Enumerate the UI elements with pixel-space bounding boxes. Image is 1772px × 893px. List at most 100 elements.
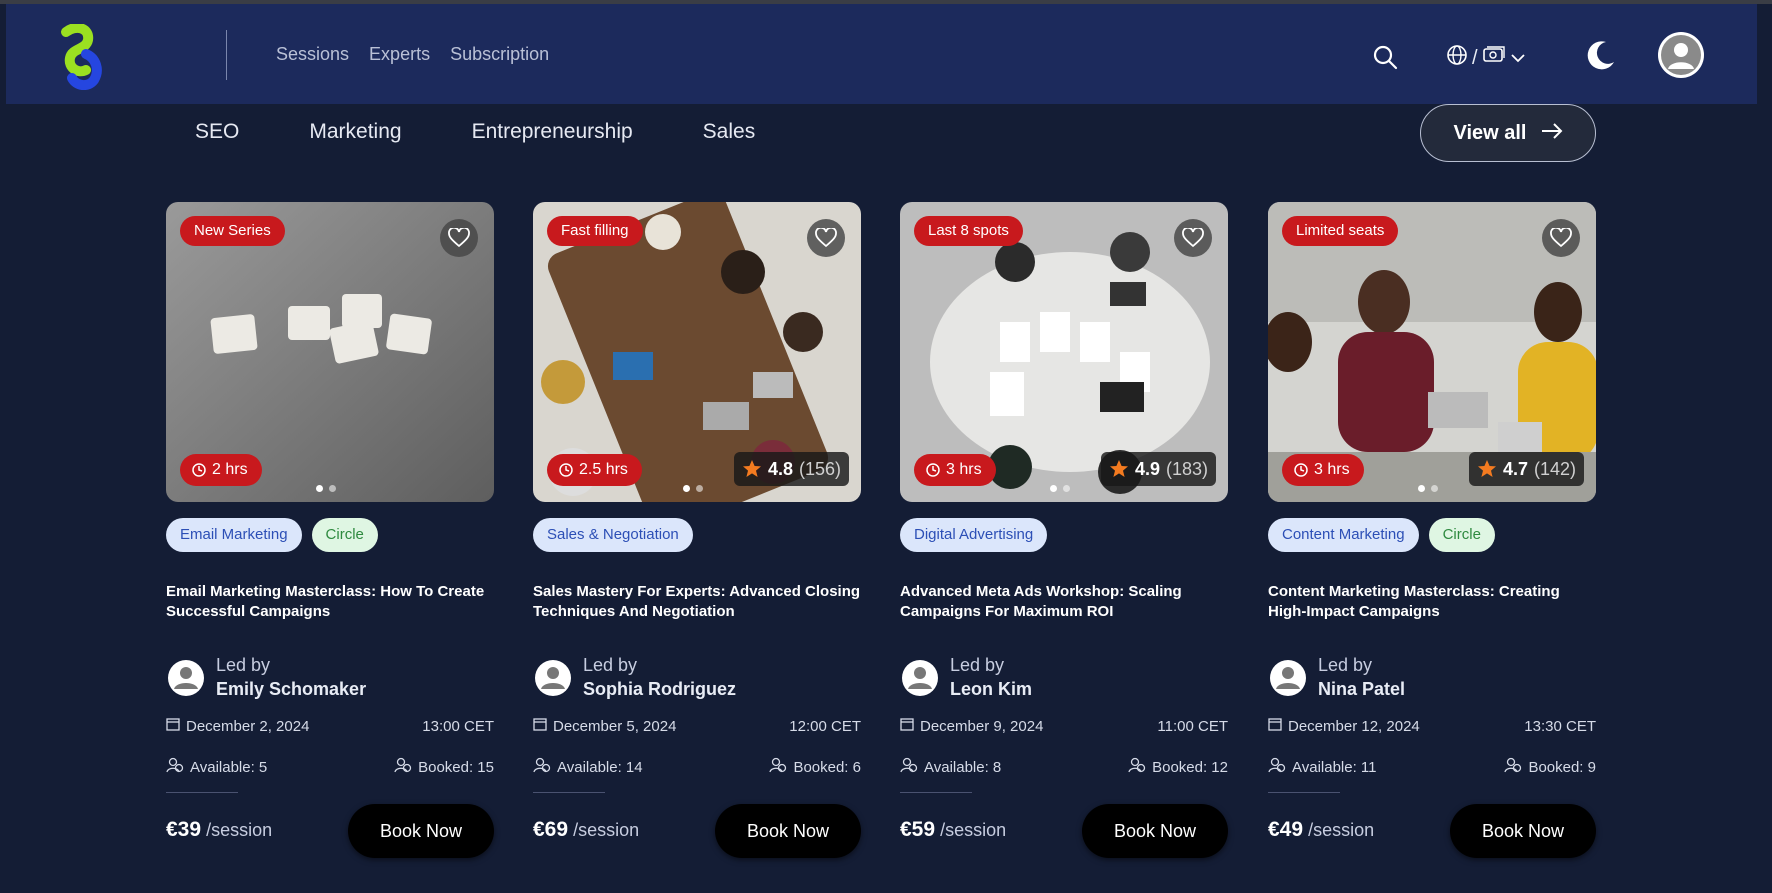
session-date: December 9, 2024 [920,717,1044,735]
lang-separator: / [1472,46,1478,69]
rating-score: 4.8 [767,458,793,479]
host-name[interactable]: Sophia Rodriguez [583,676,736,702]
price-unit: /session [573,820,640,840]
book-now-button[interactable]: Book Now [1450,804,1596,858]
session-card[interactable]: Fast filling 2.5 hrs 4.8 (156) Sales & N… [533,202,861,872]
book-now-button[interactable]: Book Now [715,804,861,858]
status-badge: Last 8 spots [914,216,1023,246]
duration-text: 2 hrs [212,461,248,478]
category-tag[interactable]: Email Marketing [166,518,302,552]
book-now-button[interactable]: Book Now [1082,804,1228,858]
tab-marketing[interactable]: Marketing [309,120,401,144]
session-title[interactable]: Email Marketing Masterclass: How To Crea… [166,582,494,622]
clock-icon [559,463,573,477]
host-name[interactable]: Nina Patel [1318,676,1405,702]
nav-subscription[interactable]: Subscription [450,44,549,65]
view-all-button[interactable]: View all [1420,104,1596,162]
session-image[interactable]: New Series 2 hrs [166,202,494,502]
price-amount: €39 [166,818,202,841]
tab-entrepreneurship[interactable]: Entrepreneurship [472,120,633,144]
star-icon [1477,459,1497,479]
rating-score: 4.9 [1134,458,1160,479]
session-title[interactable]: Advanced Meta Ads Workshop: Scaling Camp… [900,582,1228,622]
host-info: Led by Emily Schomaker [166,654,366,702]
rating-count: (183) [1165,458,1208,479]
carousel-dots[interactable] [316,485,336,492]
status-badge: Fast filling [547,216,643,246]
rating-badge: 4.9 (183) [1100,452,1216,486]
session-image[interactable]: Limited seats 3 hrs 4.7 (142) [1268,202,1596,502]
view-all-label: View all [1453,121,1527,144]
available-seats: Available: 11 [1292,758,1377,776]
duration-badge: 2.5 hrs [547,454,642,486]
divider [1268,792,1340,793]
carousel-dots[interactable] [1050,485,1070,492]
search-icon[interactable] [1372,44,1398,70]
seats-row: Available: 14 Booked: 6 [533,757,861,777]
session-date: December 2, 2024 [186,717,310,735]
rating-count: (156) [798,458,841,479]
host-name[interactable]: Leon Kim [950,676,1032,702]
status-badge: Limited seats [1282,216,1399,246]
session-image[interactable]: Last 8 spots 3 hrs 4.9 (183) [900,202,1228,502]
nav-experts[interactable]: Experts [369,44,430,65]
language-currency-selector[interactable]: / [1446,44,1526,72]
nav-divider [226,30,227,80]
session-image[interactable]: Fast filling 2.5 hrs 4.8 (156) [533,202,861,502]
tab-sales[interactable]: Sales [703,120,756,144]
status-badge: New Series [180,216,285,246]
booked-seats: Booked: 12 [1152,758,1228,776]
carousel-dots[interactable] [683,485,703,492]
brand-logo[interactable] [56,22,108,90]
dark-mode-toggle-moon-icon[interactable] [1584,38,1618,72]
led-by-label: Led by [950,655,1005,675]
rating-badge: 4.7 (142) [1468,452,1584,486]
heart-icon[interactable] [1542,219,1580,257]
chevron-down-icon [1510,47,1526,70]
price: €69 /session [533,818,639,842]
schedule-row: December 5, 2024 12:00 CET [533,717,861,735]
price: €49 /session [1268,818,1374,842]
duration-text: 2.5 hrs [579,461,628,478]
session-title[interactable]: Content Marketing Masterclass: Creating … [1268,582,1596,622]
host-name[interactable]: Emily Schomaker [216,676,366,702]
category-tag[interactable]: Digital Advertising [900,518,1048,552]
circle-tag[interactable]: Circle [311,518,378,552]
duration-text: 3 hrs [1314,461,1350,478]
users-icon [533,757,551,777]
clock-icon [926,463,940,477]
users-icon [1504,757,1522,777]
booked-seats: Booked: 15 [418,758,494,776]
navbar: Sessions Experts Subscription / [6,4,1757,104]
divider [900,792,972,793]
divider [166,792,238,793]
price: €39 /session [166,818,272,842]
tab-seo[interactable]: SEO [195,120,239,144]
book-now-button[interactable]: Book Now [348,804,494,858]
category-tag[interactable]: Content Marketing [1268,518,1419,552]
category-tag[interactable]: Sales & Negotiation [533,518,693,552]
host-info: Led by Sophia Rodriguez [533,654,736,702]
duration-badge: 3 hrs [1282,454,1364,486]
users-icon [1128,757,1146,777]
tag-list: Sales & Negotiation [533,518,693,552]
session-card[interactable]: Last 8 spots 3 hrs 4.9 (183) Digital Adv… [900,202,1228,872]
session-time: 12:00 CET [789,717,861,735]
users-icon [1268,757,1286,777]
booked-seats: Booked: 6 [793,758,861,776]
heart-icon[interactable] [1174,219,1212,257]
user-avatar[interactable] [1658,32,1704,78]
session-title[interactable]: Sales Mastery For Experts: Advanced Clos… [533,582,861,622]
users-icon [769,757,787,777]
carousel-dots[interactable] [1418,485,1438,492]
tag-list: Digital Advertising [900,518,1048,552]
led-by-label: Led by [216,655,271,675]
session-card[interactable]: New Series 2 hrs Email Marketing Circle … [166,202,494,872]
nav-sessions[interactable]: Sessions [276,44,349,65]
heart-icon[interactable] [807,219,845,257]
calendar-icon [533,717,547,735]
circle-tag[interactable]: Circle [1428,518,1495,552]
session-card[interactable]: Limited seats 3 hrs 4.7 (142) Content Ma… [1268,202,1596,872]
heart-icon[interactable] [440,219,478,257]
session-date: December 5, 2024 [553,717,677,735]
